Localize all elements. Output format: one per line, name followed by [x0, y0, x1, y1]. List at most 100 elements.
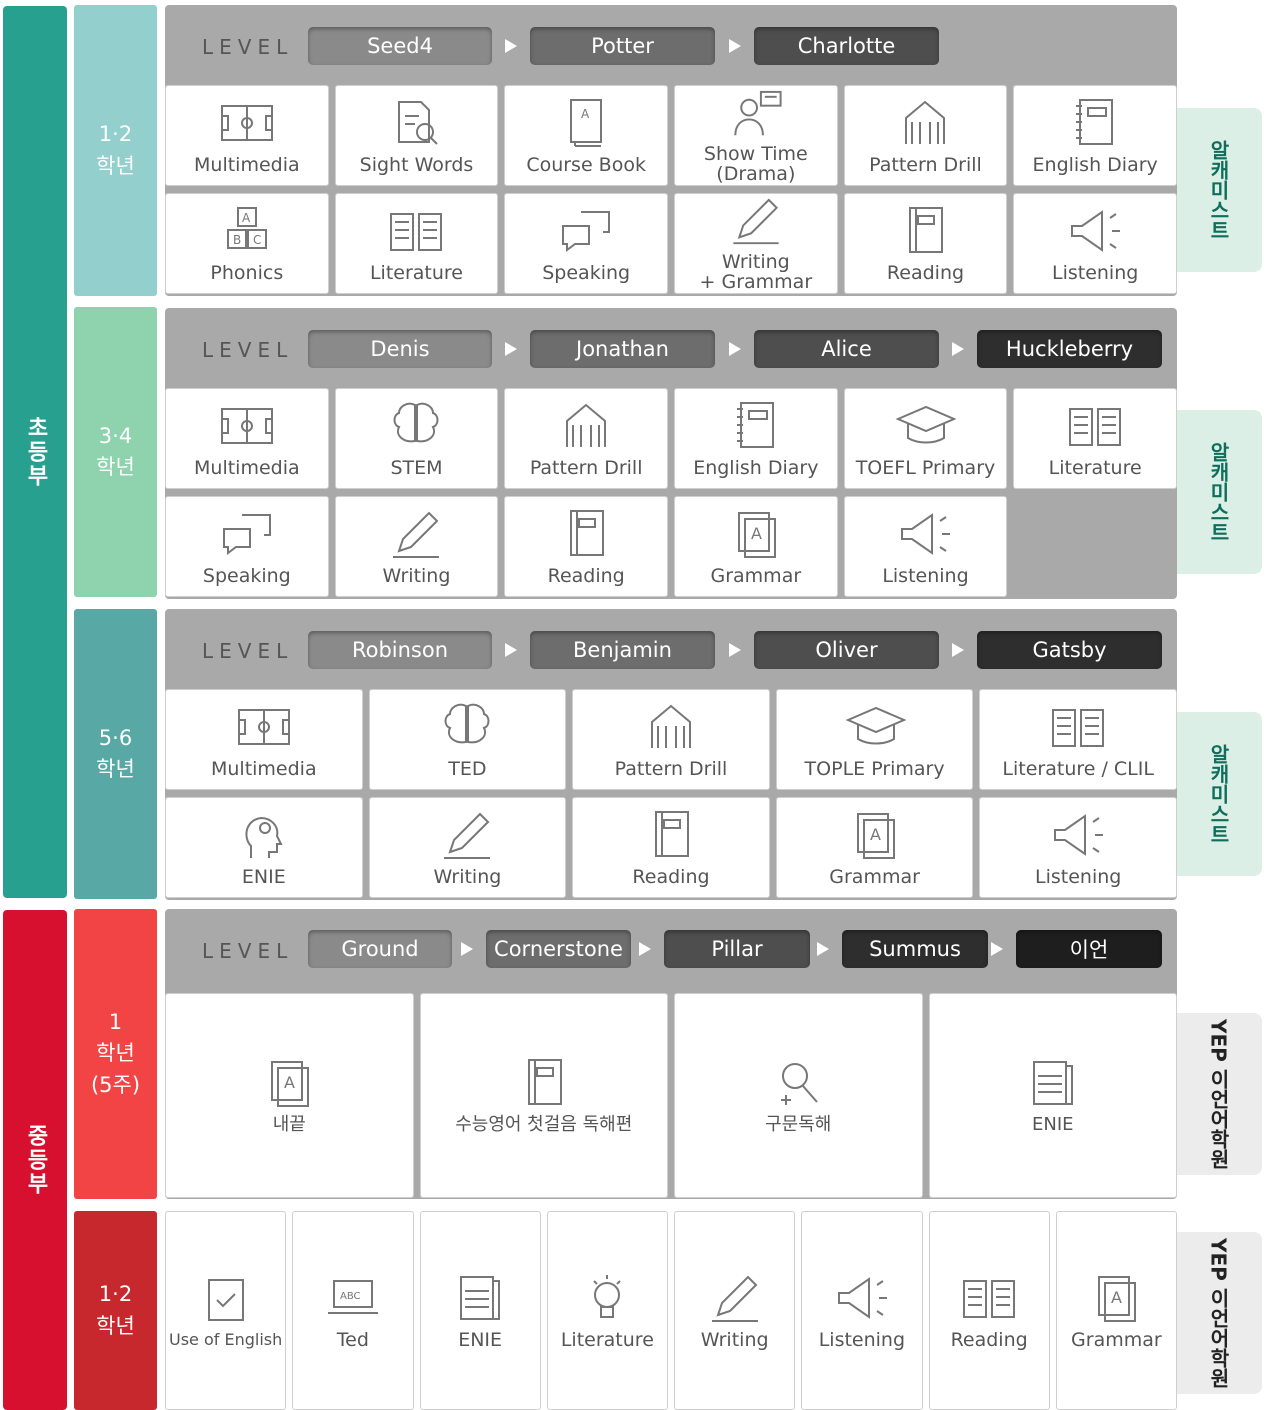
course-card[interactable]: Speaking	[504, 193, 668, 294]
course-card[interactable]: Reading	[504, 496, 668, 597]
course-card[interactable]: TED	[368, 689, 567, 790]
course-card[interactable]: A Course Book	[504, 85, 668, 186]
side-tab[interactable]: YEP 이언어학원	[1176, 1013, 1262, 1175]
course-card[interactable]: Literature	[334, 193, 499, 294]
course-card[interactable]: TOEFL Primary	[843, 388, 1008, 489]
level-pill-jonathan[interactable]: Jonathan	[530, 330, 715, 368]
arrow-icon	[505, 39, 517, 53]
course-card[interactable]: A Grammar	[674, 496, 838, 597]
level-pill-benjamin[interactable]: Benjamin	[530, 631, 715, 669]
level-pill-denis[interactable]: Denis	[308, 330, 492, 368]
course-label: 수능영어 첫걸음 독해편	[455, 1114, 633, 1136]
course-card[interactable]: English Diary	[1013, 85, 1177, 186]
course-card[interactable]: Speaking	[165, 496, 329, 597]
side-tab[interactable]: 알캐미스트	[1176, 410, 1262, 574]
course-label: Sight Words	[359, 153, 474, 176]
level-pill-gatsby[interactable]: Gatsby	[977, 631, 1162, 669]
course-card[interactable]: 수능영어 첫걸음 독해편	[419, 993, 668, 1198]
course-card[interactable]: A B C Phonics	[165, 193, 329, 294]
course-label: Grammar	[710, 564, 802, 587]
level-pill-charlotte[interactable]: Charlotte	[754, 27, 939, 65]
building-icon	[650, 704, 691, 748]
course-label: Multimedia	[194, 153, 300, 176]
level-pill-oliver[interactable]: Oliver	[754, 631, 939, 669]
course-label: ENIE	[1031, 1114, 1074, 1136]
course-card[interactable]: Listening	[1013, 193, 1177, 294]
course-card[interactable]: A Grammar	[775, 797, 974, 898]
course-card[interactable]: Multimedia	[165, 85, 329, 186]
course-card[interactable]: Listening	[843, 496, 1008, 597]
course-card[interactable]: Use of English	[165, 1211, 287, 1410]
course-card[interactable]: English Diary	[674, 388, 838, 489]
course-label: TED	[448, 757, 487, 780]
course-card[interactable]: STEM	[334, 388, 499, 489]
course-card[interactable]: Literature / CLIL	[979, 689, 1177, 790]
arrow-icon	[505, 342, 517, 356]
brain-icon	[393, 402, 439, 442]
course-card[interactable]: ENIE	[928, 993, 1177, 1198]
level-pill-alice[interactable]: Alice	[754, 330, 939, 368]
course-label: Literature	[560, 1328, 654, 1351]
course-label: Grammar	[829, 865, 920, 888]
course-card[interactable]: Show Time (Drama)	[674, 85, 838, 186]
side-tab[interactable]: 알캐미스트	[1176, 712, 1262, 876]
course-card[interactable]: Pattern Drill	[843, 85, 1008, 186]
news-icon	[460, 1275, 501, 1320]
diary-icon	[736, 401, 774, 448]
course-card[interactable]: Listening	[979, 797, 1177, 898]
course-card[interactable]: A Grammar	[1055, 1211, 1177, 1410]
megaphone-icon	[837, 1276, 887, 1319]
arrow-icon	[639, 942, 651, 956]
course-card[interactable]: Writing	[334, 496, 499, 597]
course-card[interactable]: Reading	[928, 1211, 1050, 1410]
side-tab[interactable]: YEP 이언어학원	[1176, 1232, 1262, 1394]
course-card[interactable]: Writing	[368, 797, 567, 898]
course-card[interactable]: ENIE	[419, 1211, 541, 1410]
course-card[interactable]: ABC Ted	[292, 1211, 414, 1410]
arrow-icon	[817, 942, 829, 956]
level-pill-summus[interactable]: Summus	[842, 930, 988, 968]
course-card[interactable]: Literature	[546, 1211, 668, 1410]
open-book-icon	[390, 212, 443, 251]
course-label: English Diary	[1032, 153, 1158, 176]
brain-icon	[444, 703, 490, 743]
course-card[interactable]: TOPLE Primary	[775, 689, 974, 790]
level-pill-seed4[interactable]: Seed4	[308, 27, 492, 65]
svg-text:A: A	[1111, 1288, 1122, 1307]
course-card[interactable]: Pattern Drill	[572, 689, 770, 790]
level-pill-이언[interactable]: 이언	[1016, 930, 1162, 968]
course-card[interactable]: Pattern Drill	[504, 388, 668, 489]
course-card[interactable]: Multimedia	[165, 689, 363, 790]
course-card[interactable]: Multimedia	[165, 388, 329, 489]
open-book-icon	[963, 1279, 1016, 1318]
level-pill-potter[interactable]: Potter	[530, 27, 715, 65]
course-label: 내끝	[272, 1114, 306, 1136]
course-card[interactable]: A 내끝	[165, 993, 414, 1198]
building-icon	[905, 100, 946, 144]
course-card[interactable]: Reading	[572, 797, 770, 898]
graduation-cap-icon	[895, 405, 957, 444]
course-card[interactable]: Listening	[801, 1211, 923, 1410]
course-card[interactable]: ENIE	[165, 797, 363, 898]
course-card[interactable]: Literature	[1013, 388, 1177, 489]
course-card[interactable]: Sight Words	[334, 85, 499, 186]
course-label: Grammar	[1071, 1328, 1162, 1351]
pencil-icon	[711, 1275, 758, 1322]
level-pill-huckleberry[interactable]: Huckleberry	[977, 330, 1162, 368]
level-pill-robinson[interactable]: Robinson	[308, 631, 492, 669]
grade-label: 5·6 학년	[74, 609, 157, 899]
course-card[interactable]: 구문독해	[674, 993, 923, 1198]
level-pill-cornerstone[interactable]: Cornerstone	[486, 930, 631, 968]
side-tab[interactable]: 알캐미스트	[1176, 108, 1262, 272]
level-pill-ground[interactable]: Ground	[308, 930, 452, 968]
course-card[interactable]: Writing + Grammar	[674, 193, 838, 294]
course-card[interactable]: Writing	[674, 1211, 796, 1410]
course-label: Writing	[700, 1328, 769, 1351]
lightbulb-icon	[593, 1274, 622, 1318]
course-card[interactable]: Reading	[843, 193, 1008, 294]
level-pill-pillar[interactable]: Pillar	[664, 930, 810, 968]
course-label: Pattern Drill	[614, 757, 728, 780]
grade-label: 3·4 학년	[74, 307, 157, 597]
idea-head-icon	[245, 816, 283, 858]
svg-text:B: B	[233, 233, 241, 247]
